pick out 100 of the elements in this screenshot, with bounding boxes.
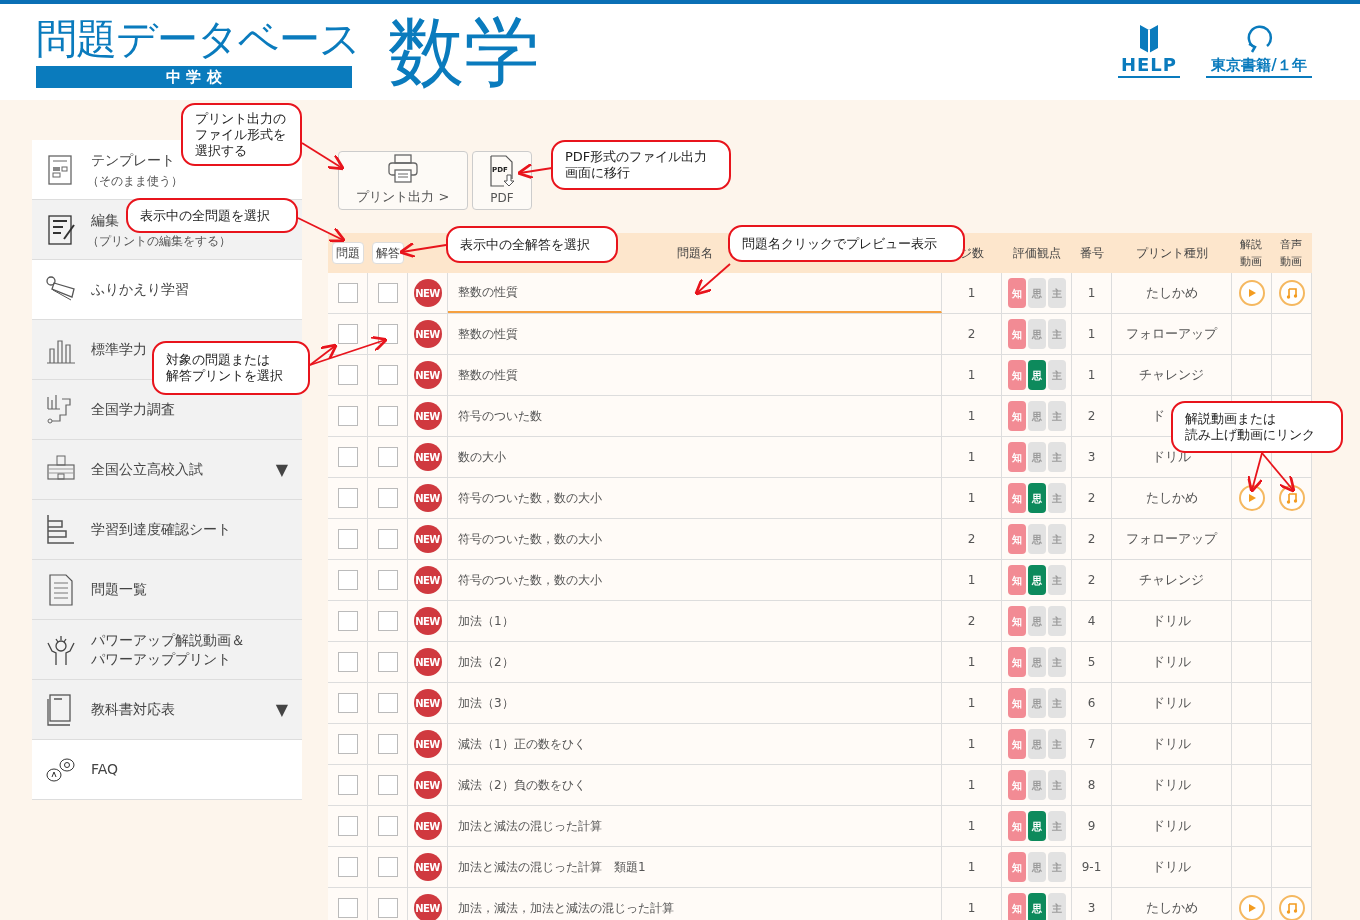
evaluation-tag: 主 bbox=[1047, 360, 1066, 390]
new-badge: NEW bbox=[413, 648, 442, 676]
callout-text: 問題名クリックでプレビュー表示 bbox=[742, 235, 938, 252]
evaluation-tag: 主 bbox=[1047, 606, 1066, 636]
callout-text: 対象の問題または bbox=[166, 352, 271, 368]
evaluation-tag: 思 bbox=[1027, 606, 1046, 636]
new-badge: NEW bbox=[413, 361, 442, 389]
problem-number: 9-1 bbox=[1081, 859, 1102, 876]
problem-number: 2 bbox=[1087, 490, 1096, 507]
evaluation-tag: 主 bbox=[1047, 852, 1066, 882]
new-badge: NEW bbox=[413, 894, 442, 920]
new-badge: NEW bbox=[413, 484, 442, 512]
print-type: ドリル bbox=[1151, 448, 1191, 467]
problem-number: 5 bbox=[1087, 654, 1096, 671]
problem-number: 1 bbox=[1087, 367, 1096, 384]
evaluation-tag: 思 bbox=[1027, 401, 1046, 431]
evaluation-tag: 思 bbox=[1027, 688, 1046, 718]
evaluation-tag: 思 bbox=[1027, 893, 1046, 920]
page-count: 1 bbox=[967, 408, 976, 425]
subject-title: 数学 bbox=[388, 6, 540, 98]
evaluation-tag: 思 bbox=[1027, 524, 1046, 554]
print-type: ドリル bbox=[1151, 612, 1191, 631]
print-type: チャレンジ bbox=[1139, 366, 1204, 385]
new-badge: NEW bbox=[413, 279, 442, 307]
page-count: 1 bbox=[967, 900, 976, 917]
page-count: 1 bbox=[967, 367, 976, 384]
print-type: たしかめ bbox=[1145, 899, 1198, 918]
evaluation-tag: 知 bbox=[1007, 278, 1026, 308]
problem-number: 3 bbox=[1087, 449, 1096, 466]
column-header: 評価観点 bbox=[1013, 245, 1061, 262]
evaluation-tag: 思 bbox=[1027, 278, 1046, 308]
evaluation-tag: 思 bbox=[1027, 483, 1046, 513]
new-badge: NEW bbox=[413, 320, 442, 348]
evaluation-tag: 主 bbox=[1047, 442, 1066, 472]
new-badge: NEW bbox=[413, 525, 442, 553]
problem-number: 2 bbox=[1087, 531, 1096, 548]
evaluation-tag: 思 bbox=[1027, 770, 1046, 800]
callout-text: 表示中の全解答を選択 bbox=[460, 236, 591, 253]
evaluation-tag: 主 bbox=[1047, 729, 1066, 759]
evaluation-tag: 主 bbox=[1047, 319, 1066, 349]
evaluation-tag: 知 bbox=[1007, 565, 1026, 595]
print-type: ドリル bbox=[1151, 735, 1191, 754]
page-count: 1 bbox=[967, 818, 976, 835]
evaluation-tag: 主 bbox=[1047, 811, 1066, 841]
evaluation-tag: 思 bbox=[1027, 319, 1046, 349]
new-badge: NEW bbox=[413, 443, 442, 471]
callout-text: 選択する bbox=[195, 142, 248, 159]
page-count: 1 bbox=[967, 736, 976, 753]
problem-number: 9 bbox=[1087, 818, 1096, 835]
problem-number: 1 bbox=[1087, 285, 1096, 302]
school-level-banner: 中 学 校 bbox=[36, 66, 352, 88]
evaluation-tag: 主 bbox=[1047, 278, 1066, 308]
evaluation-tag: 知 bbox=[1007, 770, 1026, 800]
new-badge: NEW bbox=[413, 402, 442, 430]
column-header: プリント種別 bbox=[1136, 245, 1208, 262]
evaluation-tag: 主 bbox=[1047, 401, 1066, 431]
evaluation-tag: 知 bbox=[1007, 893, 1026, 920]
column-header: 解説動画 bbox=[1240, 237, 1263, 270]
evaluation-tag: 知 bbox=[1007, 729, 1026, 759]
problem-number: 4 bbox=[1087, 613, 1096, 630]
new-badge: NEW bbox=[413, 812, 442, 840]
print-type: ドリル bbox=[1151, 817, 1191, 836]
evaluation-tag: 思 bbox=[1027, 852, 1046, 882]
callout-text: 解説動画または bbox=[1185, 411, 1277, 427]
print-type: ドリル bbox=[1151, 776, 1191, 795]
evaluation-tag: 主 bbox=[1047, 688, 1066, 718]
new-badge: NEW bbox=[413, 607, 442, 635]
callout-text: 画面に移行 bbox=[565, 165, 631, 181]
page-count: 2 bbox=[967, 531, 976, 548]
problem-number: 6 bbox=[1087, 695, 1096, 712]
column-header: 問題名 bbox=[677, 245, 713, 262]
evaluation-tag: 知 bbox=[1007, 852, 1026, 882]
new-badge: NEW bbox=[413, 771, 442, 799]
print-type: フォローアップ bbox=[1126, 325, 1217, 344]
problem-number: 3 bbox=[1087, 900, 1096, 917]
page-count: 1 bbox=[967, 490, 976, 507]
evaluation-tag: 思 bbox=[1027, 565, 1046, 595]
evaluation-tag: 主 bbox=[1047, 524, 1066, 554]
evaluation-tag: 思 bbox=[1027, 647, 1046, 677]
problem-number: 1 bbox=[1087, 326, 1096, 343]
page-count: 2 bbox=[967, 613, 976, 630]
problem-number: 2 bbox=[1087, 408, 1096, 425]
evaluation-tag: 知 bbox=[1007, 319, 1026, 349]
new-badge: NEW bbox=[413, 566, 442, 594]
print-type: たしかめ bbox=[1145, 284, 1198, 303]
evaluation-tag: 主 bbox=[1047, 893, 1066, 920]
problem-number: 2 bbox=[1087, 572, 1096, 589]
callout-text: 読み上げ動画にリンク bbox=[1185, 427, 1316, 443]
evaluation-tag: 主 bbox=[1047, 770, 1066, 800]
evaluation-tag: 知 bbox=[1007, 524, 1026, 554]
evaluation-tag: 知 bbox=[1007, 606, 1026, 636]
evaluation-tag: 主 bbox=[1047, 483, 1066, 513]
evaluation-tag: 思 bbox=[1027, 729, 1046, 759]
evaluation-tag: 知 bbox=[1007, 647, 1026, 677]
evaluation-tag: 知 bbox=[1007, 811, 1026, 841]
evaluation-tag: 思 bbox=[1027, 360, 1046, 390]
print-type: ド bbox=[1151, 407, 1165, 426]
evaluation-tag: 知 bbox=[1007, 360, 1026, 390]
evaluation-tag: 思 bbox=[1027, 442, 1046, 472]
page-count: 1 bbox=[967, 449, 976, 466]
